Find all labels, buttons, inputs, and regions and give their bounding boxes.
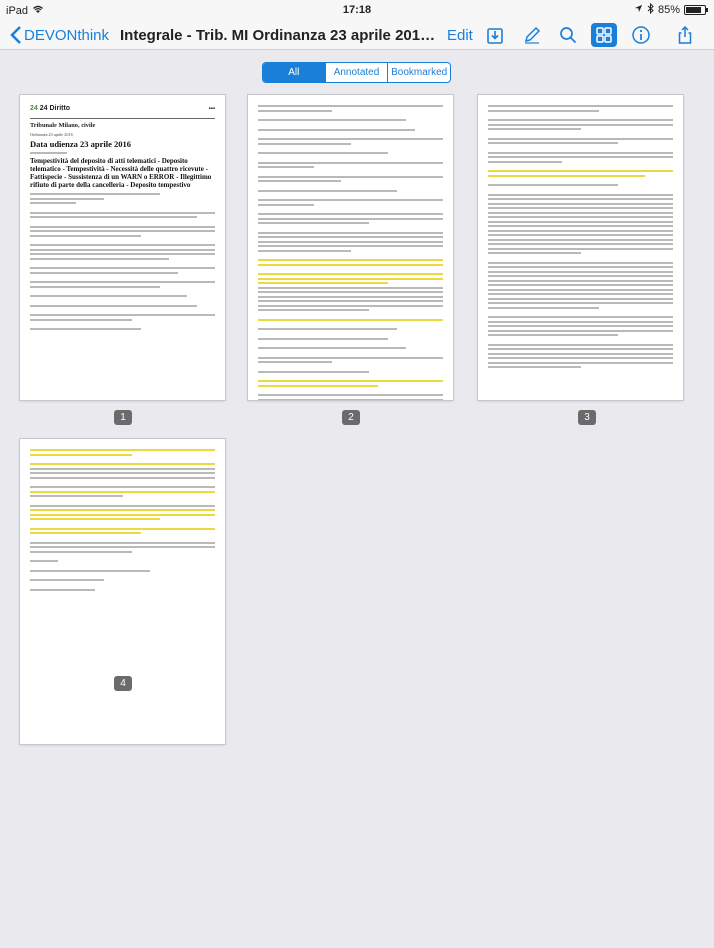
court-name: Tribunale Milano, civile [30, 122, 96, 129]
page-number-badge: 1 [114, 410, 132, 425]
battery-icon [684, 5, 708, 15]
publication-logo: 24 24 Diritto [30, 105, 70, 112]
share-icon [678, 25, 692, 44]
page-number-badge: 2 [342, 410, 360, 425]
info-button[interactable] [628, 23, 654, 47]
battery-percent: 85% [657, 4, 680, 16]
tray-arrow-icon [487, 28, 503, 44]
segment-all[interactable]: All [263, 63, 326, 82]
pencil-icon [524, 26, 541, 44]
page-number-badge: 4 [114, 676, 132, 691]
ruling-heading: Tempestività del deposito di atti telema… [30, 157, 212, 189]
location-icon [634, 4, 643, 16]
segment-bookmarked[interactable]: Bookmarked [388, 63, 450, 82]
page-thumbnail-2[interactable] [248, 95, 453, 400]
publisher-mark: ▪▪▪ [208, 105, 215, 112]
filter-segmented-control: All Annotated Bookmarked [262, 62, 451, 83]
back-button-label: DEVONthink [24, 26, 110, 44]
move-to-inbox-button[interactable] [482, 23, 508, 47]
search-button[interactable] [555, 23, 581, 47]
battery-level [686, 7, 702, 13]
segment-annotated[interactable]: Annotated [326, 63, 389, 82]
status-bar: iPad 17:18 85% [0, 0, 714, 20]
bluetooth-icon [647, 2, 654, 17]
edit-button[interactable]: Edit [447, 27, 473, 44]
clock: 17:18 [342, 4, 372, 16]
navigation-bar: DEVONthink Integrale - Trib. MI Ordinanz… [0, 20, 714, 50]
page-thumbnail-1[interactable]: 24 24 Diritto ▪▪▪ Tribunale Milano, civi… [20, 95, 225, 400]
page-thumbnail-3[interactable] [478, 95, 683, 400]
grid-icon [596, 27, 612, 43]
search-icon [560, 27, 577, 44]
status-right: 85% [634, 2, 708, 17]
page-number-badge: 3 [578, 410, 596, 425]
page-header: 24 24 Diritto ▪▪▪ [30, 105, 215, 112]
chevron-left-icon [10, 26, 21, 44]
share-button[interactable] [672, 23, 698, 47]
annotate-button[interactable] [519, 23, 545, 47]
back-button[interactable]: DEVONthink [10, 26, 109, 44]
document-title: Integrale - Trib. MI Ordinanza 23 aprile… [120, 27, 440, 44]
info-icon [632, 26, 650, 44]
logo-mark: 24 [30, 105, 40, 112]
hearing-date-title: Data udienza 23 aprile 2016 [30, 139, 132, 149]
logo-text: 24 Diritto [39, 105, 71, 112]
page-thumbnail-4[interactable] [20, 439, 225, 744]
ordinance-date: Ordinanza 23 aprile 2016 [30, 132, 73, 137]
thumbnails-button[interactable] [591, 23, 617, 47]
